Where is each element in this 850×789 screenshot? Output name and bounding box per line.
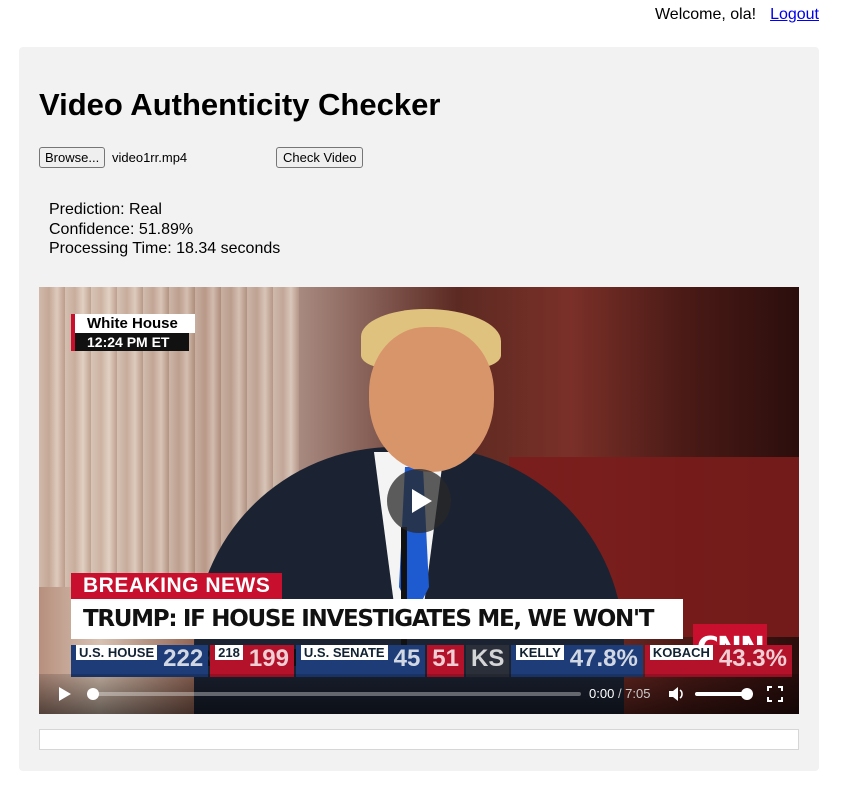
ticker-value: 222: [163, 645, 204, 672]
processing-time-text: Processing Time: 18.34 seconds: [49, 240, 281, 257]
selected-filename: video1rr.mp4: [112, 150, 188, 165]
page-title: Video Authenticity Checker: [39, 87, 441, 122]
election-ticker: U.S. HOUSE 222 218 199 U.S. SENATE 45 51…: [71, 645, 792, 677]
location-label: White House: [71, 314, 195, 333]
main-panel: Video Authenticity Checker Browse... vid…: [19, 47, 819, 771]
volume-icon[interactable]: [667, 685, 685, 703]
time-label: 12:24 PM ET: [71, 333, 189, 351]
time-display: 0:00 / 7:05: [589, 686, 650, 701]
progress-bar[interactable]: [87, 688, 581, 700]
logout-link[interactable]: Logout: [770, 6, 819, 24]
headline-banner: TRUMP: IF HOUSE INVESTIGATES ME, WE WON'…: [71, 599, 683, 672]
progress-knob[interactable]: [87, 688, 99, 700]
fullscreen-icon[interactable]: [767, 686, 783, 702]
ticker-value: 43.3%: [718, 645, 787, 672]
ticker-item: KS: [466, 645, 510, 677]
user-bar: Welcome, ola! Logout: [655, 6, 819, 24]
ticker-item: U.S. HOUSE 222: [71, 645, 209, 677]
ticker-label: U.S. HOUSE: [76, 645, 158, 660]
ticker-item: KELLY 47.8%: [511, 645, 643, 677]
ticker-label: KOBACH: [649, 645, 713, 660]
output-box: [39, 729, 799, 750]
welcome-text: Welcome, ola!: [654, 6, 757, 23]
location-overlay: White House 12:24 PM ET: [71, 314, 195, 351]
ticker-label: U.S. SENATE: [300, 645, 388, 660]
prediction-text: Prediction: Real: [49, 201, 162, 218]
confidence-text: Confidence: 51.89%: [49, 220, 194, 238]
ticker-item: U.S. SENATE 45: [295, 645, 426, 677]
breaking-news-banner: BREAKING NEWS: [71, 573, 283, 599]
duration: / 7:05: [617, 686, 651, 701]
ticker-value: 51: [432, 645, 459, 672]
video-frame-face: [369, 327, 494, 472]
video-player[interactable]: White House 12:24 PM ET BREAKING NEWS TR…: [39, 287, 799, 714]
ticker-label: KS: [471, 645, 505, 672]
ticker-item: KOBACH 43.3%: [644, 645, 792, 677]
ticker-item: 51: [427, 645, 464, 677]
ticker-value: 45: [393, 645, 421, 672]
current-time: 0:00: [589, 686, 615, 701]
play-overlay-button[interactable]: [387, 469, 451, 533]
ticker-value: 199: [248, 645, 289, 672]
video-controls: 0:00 / 7:05: [39, 674, 799, 714]
ticker-label: KELLY: [516, 645, 564, 660]
ticker-label: 218: [215, 645, 243, 660]
result-block: Prediction: Real Confidence: 51.89% Proc…: [49, 200, 280, 259]
volume-knob[interactable]: [741, 688, 753, 700]
ticker-item: 218 199: [210, 645, 294, 677]
ticker-value: 47.8%: [569, 645, 638, 672]
check-video-button[interactable]: Check Video: [276, 147, 364, 168]
browse-button[interactable]: Browse...: [39, 147, 106, 168]
play-icon[interactable]: [59, 687, 71, 701]
